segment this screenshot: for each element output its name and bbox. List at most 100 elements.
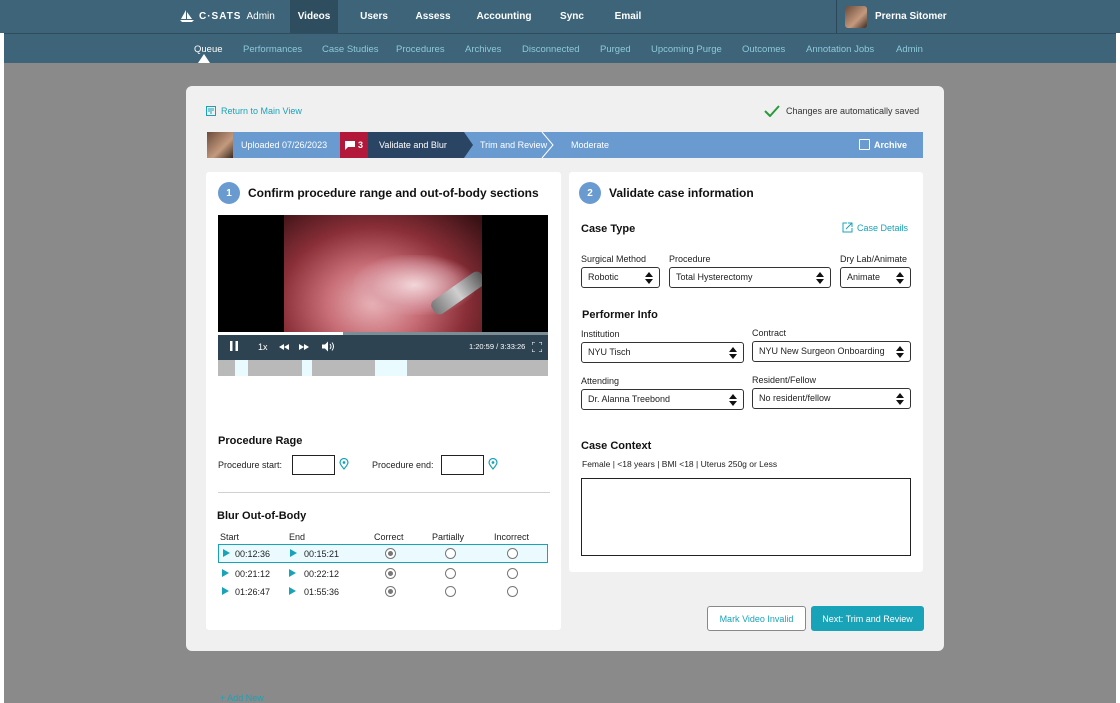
return-link[interactable]: Return to Main View <box>206 106 302 116</box>
play-icon[interactable] <box>222 569 229 577</box>
subnav-purged[interactable]: Purged <box>600 44 631 55</box>
nav-email[interactable]: Email <box>608 0 648 33</box>
procedure-panel: 1 Confirm procedure range and out-of-bod… <box>206 172 561 703</box>
comments-count: 3 <box>357 140 363 150</box>
surgical-method-label: Surgical Method <box>581 254 647 264</box>
sailboat-icon <box>180 10 194 22</box>
select-arrows-icon <box>816 272 824 284</box>
procedure-range-title: Procedure Rage <box>218 435 303 447</box>
play-icon[interactable] <box>289 569 296 577</box>
table-row[interactable]: 01:26:47 01:55:36 <box>218 582 548 601</box>
subnav-disconnected[interactable]: Disconnected <box>522 44 580 55</box>
subnav-case-studies[interactable]: Case Studies <box>322 44 379 55</box>
table-row[interactable]: 00:21:12 00:22:12 <box>218 564 548 583</box>
procedure-select[interactable]: Total Hysterectomy <box>669 267 831 288</box>
nav-videos[interactable]: Videos <box>290 0 338 33</box>
step-trim[interactable]: Trim and Review <box>480 132 547 158</box>
play-icon[interactable] <box>222 587 229 595</box>
fast-forward-icon[interactable] <box>299 344 309 350</box>
step-moderate[interactable]: Moderate <box>571 132 609 158</box>
nav-assess[interactable]: Assess <box>410 0 456 33</box>
procedure-end-input[interactable] <box>441 455 484 475</box>
section-1-title: 1 Confirm procedure range and out-of-bod… <box>218 182 539 204</box>
surgical-method-select[interactable]: Robotic <box>581 267 660 288</box>
timeline-segment[interactable] <box>302 360 312 376</box>
case-details-link[interactable]: Case Details <box>842 222 908 233</box>
archive-toggle[interactable]: Archive <box>859 139 907 150</box>
step-validate[interactable]: Validate and Blur <box>379 132 447 158</box>
nav-sync[interactable]: Sync <box>552 0 592 33</box>
next-trim-button[interactable]: Next: Trim and Review <box>811 606 924 631</box>
select-arrows-icon <box>896 272 904 284</box>
play-icon[interactable] <box>223 549 230 557</box>
autosave-status: Changes are automatically saved <box>764 105 919 117</box>
blur-title: Blur Out-of-Body <box>217 510 307 522</box>
check-icon <box>764 105 780 117</box>
select-arrows-icon <box>729 347 737 359</box>
attending-label: Attending <box>581 376 620 386</box>
subnav-performances[interactable]: Performances <box>243 44 302 55</box>
resident-select[interactable]: No resident/fellow <box>752 388 911 409</box>
timeline-segment[interactable] <box>235 360 248 376</box>
select-arrows-icon <box>896 393 904 405</box>
resident-label: Resident/Fellow <box>752 375 817 385</box>
case-type-title: Case Type <box>581 223 636 235</box>
contract-select[interactable]: NYU New Surgeon Onboarding <box>752 341 911 362</box>
select-arrows-icon <box>729 394 737 406</box>
institution-select[interactable]: NYU Tisch <box>581 342 744 363</box>
procedure-start-input[interactable] <box>292 455 335 475</box>
case-context-summary: Female | <18 years | BMI <18 | Uterus 25… <box>582 459 778 469</box>
nav-accounting[interactable]: Accounting <box>472 0 536 33</box>
row-start: 00:12:36 <box>235 549 271 559</box>
section-2-title: 2 Validate case information <box>579 182 754 204</box>
radio-partially[interactable] <box>445 586 456 597</box>
radio-incorrect[interactable] <box>507 586 518 597</box>
radio-correct[interactable] <box>385 568 396 579</box>
subnav-procedures[interactable]: Procedures <box>396 44 445 55</box>
pause-icon[interactable] <box>230 341 238 351</box>
volume-icon[interactable] <box>322 341 335 352</box>
playback-speed[interactable]: 1x <box>258 342 268 352</box>
case-context-textarea[interactable] <box>581 478 911 556</box>
case-info-panel: 2 Validate case information Case Type Ca… <box>569 172 923 572</box>
col-start: Start <box>220 532 240 542</box>
radio-incorrect[interactable] <box>507 548 518 559</box>
col-partially: Partially <box>432 532 465 542</box>
row-start: 00:21:12 <box>235 569 271 579</box>
external-link-icon <box>842 222 853 233</box>
subnav-outcomes[interactable]: Outcomes <box>742 44 785 55</box>
blur-timeline[interactable] <box>218 360 548 376</box>
radio-partially[interactable] <box>445 548 456 559</box>
rewind-icon[interactable] <box>279 344 289 350</box>
user-menu[interactable]: Prerna Sitomer <box>836 0 1120 33</box>
nav-users[interactable]: Users <box>352 0 396 33</box>
radio-correct[interactable] <box>385 586 396 597</box>
subnav-archives[interactable]: Archives <box>465 44 501 55</box>
attending-select[interactable]: Dr. Alanna Treebond <box>581 389 744 410</box>
fullscreen-icon[interactable] <box>532 342 542 352</box>
location-pin-icon[interactable] <box>338 458 350 470</box>
drylab-select[interactable]: Animate <box>840 267 911 288</box>
radio-correct[interactable] <box>385 548 396 559</box>
play-icon[interactable] <box>290 549 297 557</box>
subnav-admin[interactable]: Admin <box>896 44 923 55</box>
add-new-link[interactable]: + Add New <box>220 693 264 703</box>
contract-value: NYU New Surgeon Onboarding <box>759 346 885 356</box>
subnav-annotation-jobs[interactable]: Annotation Jobs <box>806 44 874 55</box>
radio-incorrect[interactable] <box>507 568 518 579</box>
subnav-upcoming-purge[interactable]: Upcoming Purge <box>651 44 722 55</box>
mark-invalid-button[interactable]: Mark Video Invalid <box>707 606 806 631</box>
drylab-label: Dry Lab/Animate <box>840 254 908 264</box>
contract-label: Contract <box>752 328 787 338</box>
timeline-segment[interactable] <box>375 360 407 376</box>
brand-name: C·SATS <box>199 10 242 22</box>
archive-checkbox[interactable] <box>859 139 870 150</box>
play-icon[interactable] <box>289 587 296 595</box>
comments-badge[interactable]: 3 <box>340 132 368 158</box>
location-pin-icon[interactable] <box>487 458 499 470</box>
brand-logo[interactable]: C·SATS Admin <box>180 10 275 22</box>
user-name: Prerna Sitomer <box>875 11 947 22</box>
radio-partially[interactable] <box>445 568 456 579</box>
table-row[interactable]: 00:12:36 00:15:21 <box>218 544 548 563</box>
procedure-end-label: Procedure end: <box>372 460 434 470</box>
